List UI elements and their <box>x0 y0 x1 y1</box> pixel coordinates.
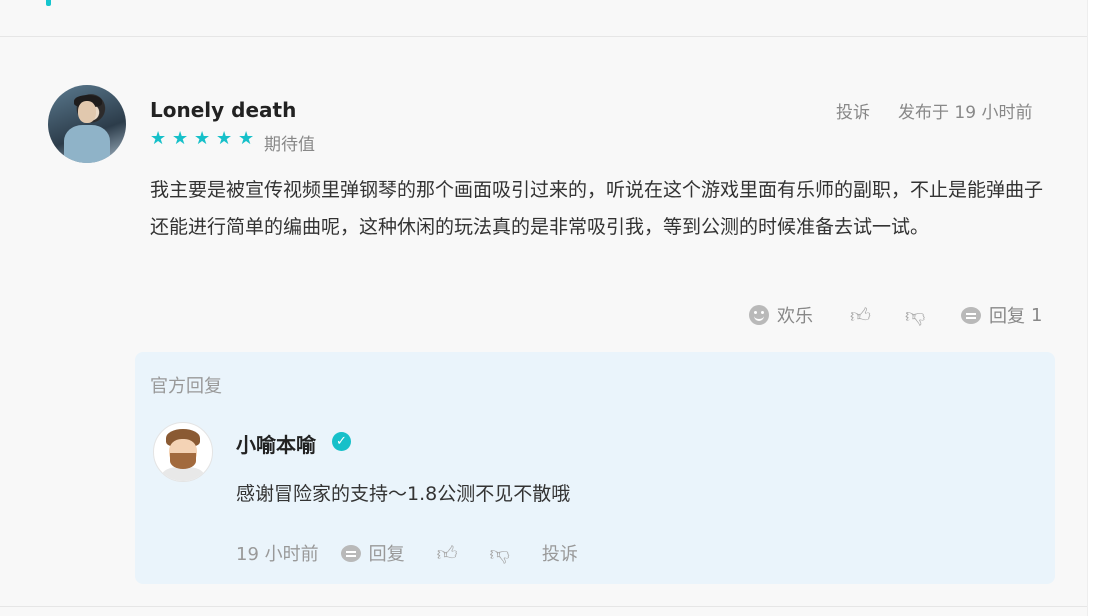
official-avatar[interactable] <box>153 422 213 482</box>
thumbs-up-icon[interactable]: 👍︎ <box>437 541 458 565</box>
divider <box>0 606 1088 607</box>
report-link[interactable]: 投诉 <box>836 98 870 123</box>
official-reply-label: 官方回复 <box>150 376 222 397</box>
like-button[interactable]: 👍︎ <box>850 302 871 328</box>
official-reply-text: 感谢冒险家的支持～1.8公测不见不散哦 <box>236 483 571 505</box>
reply-label: 回复 <box>989 306 1025 327</box>
review-content: 我主要是被宣传视频里弹钢琴的那个画面吸引过来的，听说在这个游戏里面有乐师的副职，… <box>150 179 1044 238</box>
star-icon: ★ <box>172 128 189 149</box>
official-reply-time: 19 小时前 <box>236 544 319 565</box>
official-report-link[interactable]: 投诉 <box>542 540 578 566</box>
rating-stars: ★ ★ ★ ★ ★ <box>150 130 256 148</box>
official-name[interactable]: 小喻本喻 <box>236 429 316 458</box>
reaction-button[interactable]: 欢乐 <box>749 302 813 328</box>
section-accent-bar <box>46 0 51 6</box>
official-reply-box: 官方回复 小喻本喻 ✓ 感谢冒险家的支持～1.8公测不见不散哦 19 小时前 回… <box>135 352 1055 584</box>
avatar[interactable] <box>48 85 126 163</box>
official-reply-label-text: 回复 <box>368 544 405 565</box>
smile-icon <box>749 305 769 325</box>
star-icon: ★ <box>150 128 167 149</box>
page: Lonely death ★ ★ ★ ★ ★ 期待值 投诉 发布于 19 小时前… <box>0 0 1088 616</box>
post-time: 发布于 19 小时前 <box>898 103 1033 123</box>
comment-icon <box>340 544 361 562</box>
star-icon: ★ <box>194 128 211 149</box>
star-icon: ★ <box>238 128 255 149</box>
reply-count: 1 <box>1031 304 1043 326</box>
star-icon: ★ <box>216 128 233 149</box>
rating-label: 期待值 <box>264 135 315 155</box>
username[interactable]: Lonely death <box>150 98 296 122</box>
dislike-button[interactable]: 👎︎ <box>905 302 925 328</box>
reaction-label: 欢乐 <box>777 306 813 327</box>
thumbs-down-icon: 👎︎ <box>905 303 926 327</box>
top-bar <box>0 0 1088 37</box>
thumbs-up-icon: 👍︎ <box>850 303 871 327</box>
comment-icon <box>961 306 981 324</box>
verified-icon: ✓ <box>332 432 351 451</box>
official-reply-button[interactable]: 回复 <box>340 540 405 566</box>
reply-button[interactable]: 回复 1 <box>961 302 1042 328</box>
official-reply-actions: 19 小时前 回复 👍︎ 👎︎ 投诉 <box>236 540 578 566</box>
scrollbar[interactable] <box>1087 0 1100 616</box>
thumbs-down-icon[interactable]: 👎︎ <box>490 541 510 565</box>
